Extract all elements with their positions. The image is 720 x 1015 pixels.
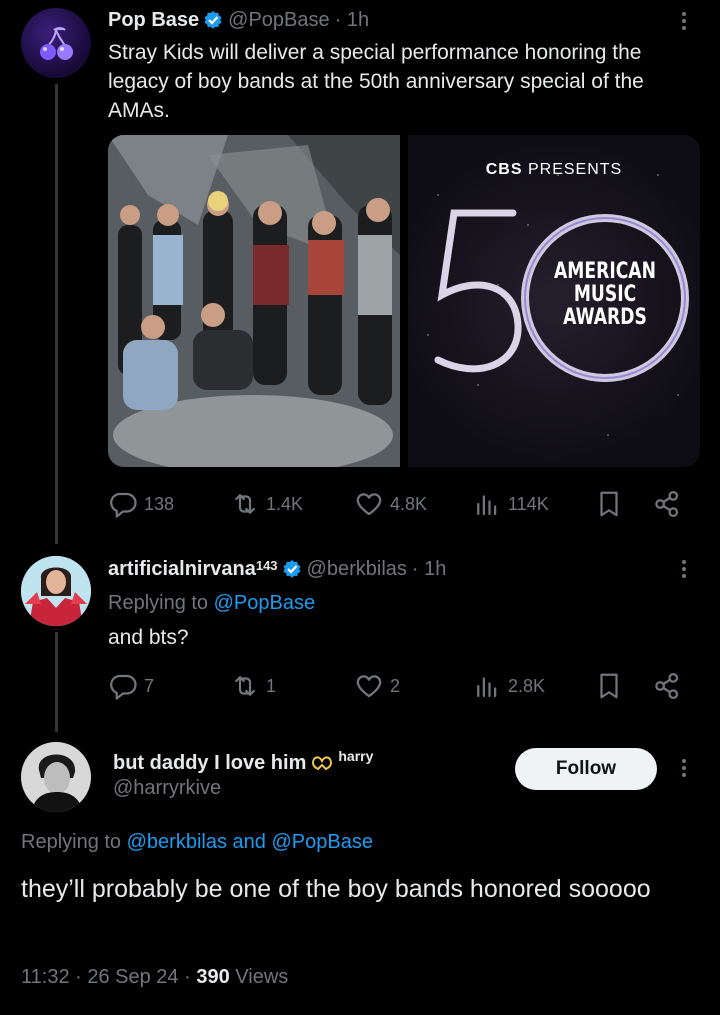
tweet3-text: they’ll probably be one of the boy bands… <box>21 875 651 903</box>
views-label: Views <box>235 966 289 988</box>
replying-to-link-1[interactable]: @berkbilas <box>127 831 227 853</box>
like-count: 2 <box>390 675 401 696</box>
tweet2-replying: Replying to @PopBase <box>108 590 315 616</box>
repost-icon <box>235 676 255 696</box>
views-count: 390 <box>196 966 230 988</box>
verified-badge-icon <box>204 11 222 29</box>
tweet2-text: and bts? <box>108 626 189 649</box>
amas-line3: AWARDS <box>563 305 647 330</box>
more-icon[interactable] <box>681 12 687 33</box>
tweet2-header: artificialnirvana 143 @berkbilas · 1h <box>108 556 446 582</box>
author-handle[interactable]: @PopBase <box>228 9 329 32</box>
replying-to-link[interactable]: @PopBase <box>214 592 315 614</box>
tweet1-actions: 138 1.4K 4.8K 114K <box>108 489 698 519</box>
tweet2-actions: 7 1 2 2.8K <box>108 671 698 701</box>
author-name-superscript: 143 <box>255 557 278 573</box>
bookmark-icon <box>600 491 618 517</box>
share-button[interactable] <box>652 671 688 701</box>
views-button[interactable]: 114K <box>472 489 549 519</box>
like-button[interactable]: 4.8K <box>354 489 427 519</box>
tweet1-text: Stray Kids will deliver a special perfor… <box>108 41 644 122</box>
amas-line2: MUSIC <box>573 282 637 307</box>
amas-title: AMERICAN MUSIC AWARDS <box>550 260 659 329</box>
author-name[interactable]: artificialnirvana <box>108 558 256 581</box>
more-icon[interactable] <box>681 560 687 581</box>
share-button[interactable] <box>652 489 688 519</box>
profile-photo-icon <box>21 556 91 626</box>
author-handle[interactable]: @berkbilas <box>307 558 407 581</box>
reply-icon <box>110 492 137 518</box>
like-icon <box>356 493 382 516</box>
author-handle[interactable]: @harryrkive <box>113 777 221 800</box>
berkbilas-avatar[interactable] <box>21 556 91 626</box>
amas-line1: AMERICAN <box>554 259 656 284</box>
group-photo-illustration <box>108 135 400 467</box>
thread-line-2 <box>55 632 58 732</box>
tweet-time[interactable]: · 1h <box>335 9 369 32</box>
author-name[interactable]: but daddy I love him <box>113 752 306 775</box>
tweet-time[interactable]: 11:32 <box>21 966 70 988</box>
reply-icon <box>110 674 137 700</box>
bookmark-button[interactable] <box>594 489 630 519</box>
replying-prefix: Replying to <box>108 592 209 614</box>
repost-button[interactable]: 1 <box>230 671 276 701</box>
share-icon <box>655 673 679 699</box>
repost-count: 1.4K <box>266 493 304 514</box>
presents-label: PRESENTS <box>527 161 623 178</box>
views-icon <box>477 677 497 698</box>
like-button[interactable]: 2 <box>354 671 400 701</box>
tweet-date[interactable]: 26 Sep 24 <box>87 966 178 988</box>
media-image-amas[interactable]: CBS PRESENTS AMERICAN MUSIC AWARDS 50 <box>408 135 700 467</box>
follow-button[interactable]: Follow <box>515 748 657 790</box>
tweet-time[interactable]: · 1h <box>412 558 446 581</box>
reply-count: 138 <box>144 493 175 514</box>
verified-badge-icon <box>283 560 301 578</box>
author-name-suffix: harry <box>338 748 374 764</box>
profile-photo-icon <box>21 742 91 812</box>
like-count: 4.8K <box>390 493 428 514</box>
cherry-logo-icon <box>40 27 73 60</box>
popbase-avatar[interactable] <box>21 8 91 78</box>
replying-to-link-2[interactable]: @PopBase <box>271 831 372 853</box>
views-count: 2.8K <box>508 675 546 696</box>
views-count: 114K <box>508 493 549 514</box>
like-icon <box>356 675 382 698</box>
media-image-group-photo[interactable] <box>108 135 400 467</box>
repost-button[interactable]: 1.4K <box>230 489 303 519</box>
replying-and: and <box>232 831 266 853</box>
tweet3-header: but daddy I love him harry <box>113 748 374 776</box>
heart-hands-emoji-icon <box>312 756 333 771</box>
share-icon <box>655 491 679 517</box>
more-icon[interactable] <box>681 759 687 780</box>
author-name[interactable]: Pop Base <box>108 9 199 32</box>
replying-prefix: Replying to <box>21 831 122 853</box>
reply-count: 7 <box>144 675 155 696</box>
views-button[interactable]: 2.8K <box>472 671 545 701</box>
views-icon <box>477 495 497 516</box>
cbs-label: CBS <box>485 161 523 178</box>
tweet3-replying: Replying to @berkbilas and @PopBase <box>21 829 373 855</box>
tweet1-header: Pop Base @PopBase · 1h <box>108 7 369 33</box>
bookmark-icon <box>600 673 618 699</box>
reply-button[interactable]: 7 <box>108 671 154 701</box>
cbs-presents: CBS PRESENTS <box>408 161 700 179</box>
repost-icon <box>235 494 255 514</box>
repost-count: 1 <box>266 675 277 696</box>
tweet3-meta: 11:32 · 26 Sep 24 · 390 Views <box>21 966 289 988</box>
reply-button[interactable]: 138 <box>108 489 174 519</box>
bookmark-button[interactable] <box>594 671 630 701</box>
harryrkive-avatar[interactable] <box>21 742 91 812</box>
thread-line-1 <box>55 84 58 544</box>
